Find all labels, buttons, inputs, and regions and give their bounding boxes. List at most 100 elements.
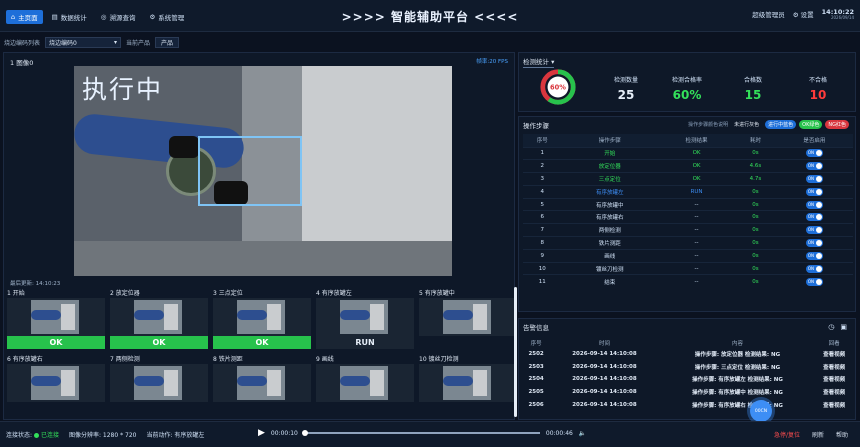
enable-toggle[interactable] xyxy=(805,187,823,196)
view-video-link[interactable]: 查看视频 xyxy=(815,386,853,399)
table-row: 10 镀丝刀检测 -- 0s xyxy=(523,261,853,275)
stat-count: 检测数量 25 xyxy=(591,75,661,102)
thumbnail-scrollbar[interactable] xyxy=(514,287,517,417)
nav-system[interactable]: ⚙ 系统管理 xyxy=(144,10,189,24)
step-name: 两侧检测 xyxy=(561,223,658,237)
footer-buttons: 急停/复位 刷新 帮助 xyxy=(774,430,848,439)
resolution-label: 图像分辨率: xyxy=(68,432,101,439)
step-result: OK xyxy=(657,159,736,173)
current-time: 00:00:10 xyxy=(270,429,298,437)
step-number: 7 xyxy=(523,223,562,237)
enable-toggle[interactable] xyxy=(805,200,823,209)
thumbnail-label: 1 开始 xyxy=(7,290,25,297)
alarm-panel: 告警信息 ◷ ▣ 序号 时间 内容 回看 2502 2026-09-14 14:1… xyxy=(518,318,856,420)
execution-status: 执行中 xyxy=(82,75,164,104)
column-header: 序号 xyxy=(523,134,562,147)
alarm-time: 2026-09-14 14:10:08 xyxy=(572,351,637,358)
stat-label: 检测数量 xyxy=(613,77,638,84)
table-row: 2504 2026-09-14 14:10:08 操作步骤: 有序放罐左 检测结果:… xyxy=(523,373,853,386)
step-thumbnail[interactable]: 8 铁片测距 xyxy=(213,355,311,419)
export-icon[interactable]: ▣ xyxy=(840,323,847,331)
enable-toggle[interactable] xyxy=(805,213,823,222)
play-icon[interactable]: ▶ xyxy=(258,428,265,438)
enable-toggle[interactable] xyxy=(805,174,823,183)
step-thumbnail[interactable]: 5 有序放罐中 xyxy=(419,289,517,353)
step-thumbnail[interactable]: 6 有序放罐右 xyxy=(7,355,105,419)
connection-label: 连接状态: xyxy=(6,432,33,439)
step-name: 铁片测距 xyxy=(561,236,658,250)
step-thumbnail[interactable]: 3 三点定位 OK xyxy=(213,289,311,353)
step-thumbnail[interactable]: 1 开始 OK xyxy=(7,289,105,353)
view-video-link[interactable]: 查看视频 xyxy=(815,361,853,374)
nav-statistics[interactable]: ▤ 数据统计 xyxy=(47,10,92,24)
step-duration: 0s xyxy=(735,236,776,250)
floating-action-button[interactable]: 00CN xyxy=(750,400,772,422)
enable-toggle[interactable] xyxy=(805,149,823,158)
step-number: 4 xyxy=(523,184,562,199)
thumbnail-image xyxy=(7,364,105,402)
step-duration: 0s xyxy=(735,210,776,224)
thumbnail-image xyxy=(7,298,105,336)
step-result: -- xyxy=(657,210,736,224)
stat-label: 检测合格率 xyxy=(671,77,702,84)
steps-legend: 操作步骤颜色说明 未进行灰色 进行中蓝色 OK绿色 NG红色 xyxy=(688,120,849,129)
step-duration: 0s xyxy=(735,146,776,160)
enable-toggle[interactable] xyxy=(805,238,823,247)
step-thumbnail[interactable]: 10 镀丝刀检测 xyxy=(419,355,517,419)
step-result: -- xyxy=(657,197,736,211)
live-video[interactable]: 执行中 xyxy=(74,66,452,276)
stat-fail-count: 不合格 10 xyxy=(783,75,853,102)
step-thumbnail[interactable]: 7 两侧检测 xyxy=(110,355,208,419)
table-row: 6 有序放罐右 -- 0s xyxy=(523,210,853,224)
step-enabled xyxy=(775,159,853,173)
table-row: 3 三点定位 OK 4.7s xyxy=(523,172,853,186)
view-video-link[interactable]: 查看视频 xyxy=(815,398,853,411)
user-name[interactable]: 超级管理员 xyxy=(752,9,785,19)
settings-button[interactable]: ⚙ 设置 xyxy=(793,9,814,19)
steps-table: 序号 操作步骤 检测结果 耗时 是否启用 1开始OK0s2放定位器OK4.6s3… xyxy=(523,134,853,288)
emergency-stop-button[interactable]: 急停/复位 xyxy=(774,430,800,439)
thumbnail-image xyxy=(213,298,311,336)
step-thumbnail[interactable]: 2 放定位器 OK xyxy=(110,289,208,353)
fps-readout: 帧率:20 FPS xyxy=(476,59,508,65)
column-header: 操作步骤 xyxy=(561,134,658,147)
sub-bar: 烧边编码列表 烧边编码0 ▾ 当前产品 产品 xyxy=(4,36,512,48)
column-header: 检测结果 xyxy=(657,134,736,147)
code-list-select[interactable]: 烧边编码0 ▾ xyxy=(45,36,122,48)
nav-label: 系统管理 xyxy=(158,14,185,22)
enable-toggle[interactable] xyxy=(805,264,823,273)
step-name: 有序放罐中 xyxy=(561,197,658,211)
stats-dropdown[interactable]: 检测统计 ▾ xyxy=(523,56,555,68)
volume-icon[interactable]: 🔈 xyxy=(579,430,586,437)
enable-toggle[interactable] xyxy=(805,226,823,235)
history-icon[interactable]: ◷ xyxy=(828,323,834,331)
nav-home[interactable]: ⌂ 主页面 xyxy=(6,10,43,24)
clock-date: 2026/09/14 xyxy=(830,14,854,20)
nav-trace[interactable]: ◎ 溯源查询 xyxy=(96,10,141,24)
step-thumbnail[interactable]: 4 有序放罐左 RUN xyxy=(316,289,414,353)
step-name: 三点定位 xyxy=(561,172,658,186)
seek-handle[interactable] xyxy=(301,430,308,436)
stats-panel: 检测统计 ▾ 60% 检测数量 25 检测合格率 60% 合格数 15 不合格 10 xyxy=(518,52,856,112)
enable-toggle[interactable] xyxy=(805,162,823,171)
product-label: 当前产品 xyxy=(126,39,151,47)
enable-toggle[interactable] xyxy=(805,251,823,260)
step-name: 镀丝刀检测 xyxy=(561,261,658,275)
step-enabled xyxy=(775,223,853,237)
product-chip[interactable]: 产品 xyxy=(155,36,180,48)
help-button[interactable]: 帮助 xyxy=(836,430,848,439)
thumbnail-label: 8 铁片测距 xyxy=(213,356,243,363)
view-video-link[interactable]: 查看视频 xyxy=(815,373,853,386)
alarm-content: 操作步骤: 三点定位 检测结果: NG xyxy=(694,364,781,371)
nav-label: 数据统计 xyxy=(60,14,87,22)
seek-bar[interactable] xyxy=(301,430,540,436)
step-thumbnail[interactable]: 9 画线 xyxy=(316,355,414,419)
nav-label: 溯源查询 xyxy=(109,14,136,22)
enable-toggle[interactable] xyxy=(805,277,823,286)
alarm-time: 2026-09-14 14:10:08 xyxy=(572,363,637,370)
refresh-button[interactable]: 刷新 xyxy=(812,430,824,439)
step-number: 8 xyxy=(523,236,562,250)
camera-label: 1 图像0 xyxy=(10,59,34,67)
thumbnail-label: 9 画线 xyxy=(316,356,334,363)
view-video-link[interactable]: 查看视频 xyxy=(815,348,853,361)
